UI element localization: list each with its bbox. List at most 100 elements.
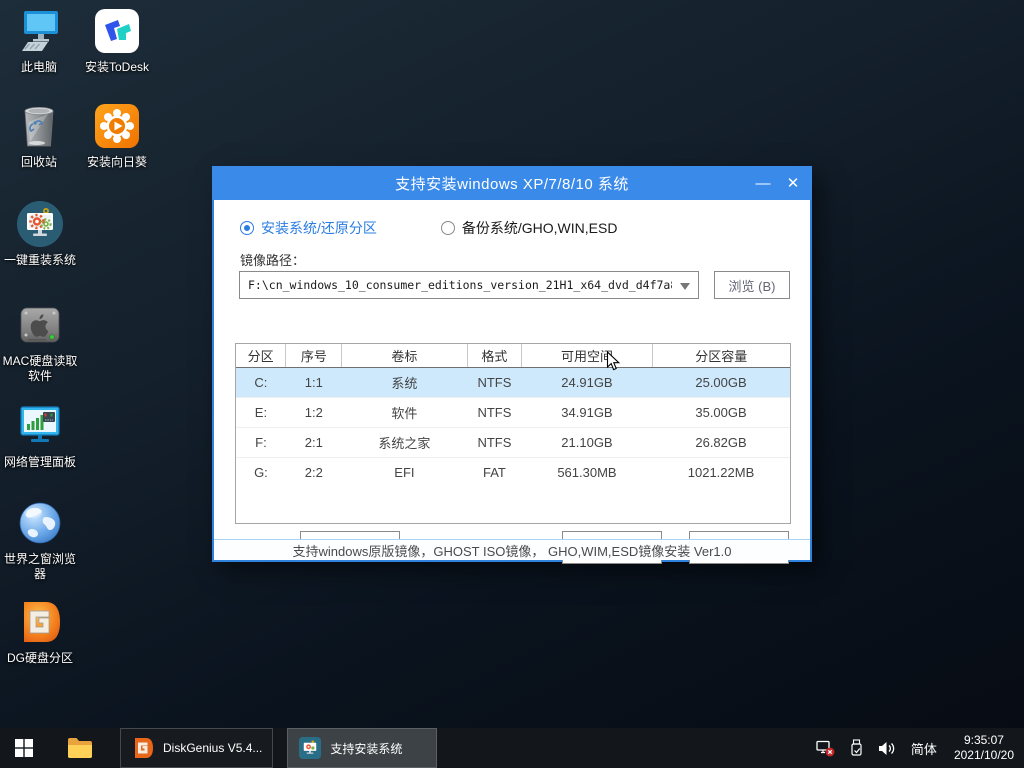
desktop-icon-label: MAC硬盘读取软件	[1, 354, 79, 384]
partition-table: 分区 序号 卷标 格式 可用空间 分区容量 C: 1:1 系统 NTFS 24.	[235, 343, 791, 524]
desktop-icon-label: 此电脑	[21, 60, 57, 75]
radio-backup[interactable]: 备份系统/GHO,WIN,ESD	[441, 218, 618, 238]
cell: 35.00GB	[652, 397, 790, 427]
col-header: 卷标	[342, 344, 467, 367]
table-row-g[interactable]: G: 2:2 EFI FAT 561.30MB 1021.22MB	[236, 457, 790, 487]
chevron-down-icon	[680, 283, 690, 290]
cell: NTFS	[467, 397, 522, 427]
cell: 26.82GB	[652, 427, 790, 457]
usb-device-icon[interactable]	[850, 739, 863, 757]
cell: 34.91GB	[522, 397, 652, 427]
desktop-icon-label: 回收站	[21, 155, 57, 170]
cell: 21.10GB	[522, 427, 652, 457]
table-header-row: 分区 序号 卷标 格式 可用空间 分区容量	[236, 344, 790, 367]
cell: 24.91GB	[522, 367, 652, 397]
cell: E:	[236, 397, 286, 427]
dialog-titlebar[interactable]: 支持安装windows XP/7/8/10 系统 — ✕	[212, 166, 812, 200]
table-row-f[interactable]: F: 2:1 系统之家 NTFS 21.10GB 26.82GB	[236, 427, 790, 457]
diskgenius-icon	[131, 736, 155, 760]
desktop-icon-mac-disk[interactable]: MAC硬盘读取软件	[1, 300, 79, 384]
desktop-icon-label: 安装向日葵	[87, 155, 147, 170]
desktop-icon-label: DG硬盘分区	[7, 651, 73, 666]
dialog-title: 支持安装windows XP/7/8/10 系统	[395, 173, 629, 194]
cell: C:	[236, 367, 286, 397]
clock-time: 9:35:07	[954, 733, 1014, 748]
image-path-combobox[interactable]: F:\cn_windows_10_consumer_editions_versi…	[239, 271, 699, 299]
desktop-icon-recycle-bin[interactable]: 回收站	[0, 101, 78, 170]
col-header: 分区	[236, 344, 286, 367]
image-path-label: 镜像路径：	[240, 250, 305, 269]
cell: 2:2	[286, 457, 342, 487]
desktop-icon-label: 安装ToDesk	[85, 60, 149, 75]
cell: 1021.22MB	[652, 457, 790, 487]
radio-backup-label: 备份系统/GHO,WIN,ESD	[462, 218, 618, 238]
radio-install-restore[interactable]: 安装系统/还原分区	[240, 218, 377, 238]
reinstall-system-icon	[15, 199, 65, 249]
volume-icon[interactable]	[878, 741, 896, 756]
system-tray: 简体 9:35:07 2021/10/20	[816, 728, 1024, 768]
cell: 系统	[342, 367, 467, 397]
radio-selected-icon	[240, 221, 254, 235]
taskbar-clock[interactable]: 9:35:07 2021/10/20	[952, 733, 1014, 763]
desktop-icon-reinstall-system[interactable]: 一键重装系统	[1, 199, 79, 268]
cell: 1:2	[286, 397, 342, 427]
cell: 561.30MB	[522, 457, 652, 487]
windows-logo-icon	[15, 739, 33, 757]
cell: 软件	[342, 397, 467, 427]
col-header: 可用空间	[522, 344, 652, 367]
cell: NTFS	[467, 427, 522, 457]
minimize-icon[interactable]: —	[748, 166, 778, 200]
this-pc-icon	[14, 6, 64, 56]
col-header: 格式	[467, 344, 522, 367]
recycle-bin-icon	[14, 101, 64, 151]
cell: 1:1	[286, 367, 342, 397]
world-browser-icon	[15, 498, 65, 548]
desktop-icon-this-pc[interactable]: 此电脑	[0, 6, 78, 75]
table-row-e[interactable]: E: 1:2 软件 NTFS 34.91GB 35.00GB	[236, 397, 790, 427]
diskgenius-icon	[15, 597, 65, 647]
table-row-c[interactable]: C: 1:1 系统 NTFS 24.91GB 25.00GB	[236, 367, 790, 397]
desktop-icon-todesk[interactable]: 安装ToDesk	[78, 6, 156, 75]
start-button[interactable]	[0, 728, 48, 768]
image-path-value: F:\cn_windows_10_consumer_editions_versi…	[248, 278, 672, 292]
network-panel-icon	[15, 401, 65, 451]
mac-disk-icon	[15, 300, 65, 350]
folder-icon	[67, 737, 93, 759]
task-label: 支持安装系统	[330, 740, 402, 757]
dialog-footer: 支持windows原版镜像，GHOST ISO镜像， GHO,WIM,ESD镜像…	[214, 539, 810, 560]
taskbar-task-installer[interactable]: 支持安装系统	[287, 728, 437, 768]
task-label: DiskGenius V5.4...	[163, 741, 262, 755]
sunflower-icon	[92, 101, 142, 151]
installer-dialog: 支持安装windows XP/7/8/10 系统 — ✕ 安装系统/还原分区 备…	[212, 166, 812, 562]
taskbar: DiskGenius V5.4... 支持安装系统	[0, 728, 1024, 768]
cell: FAT	[467, 457, 522, 487]
ime-indicator[interactable]: 简体	[911, 739, 937, 758]
col-header: 分区容量	[652, 344, 790, 367]
desktop-icon-world-browser[interactable]: 世界之窗浏览器	[1, 498, 79, 582]
radio-unselected-icon	[441, 221, 455, 235]
desktop-icon-diskgenius[interactable]: DG硬盘分区	[1, 597, 79, 666]
todesk-icon	[92, 6, 142, 56]
radio-install-label: 安装系统/还原分区	[261, 218, 377, 238]
desktop-icon-label: 世界之窗浏览器	[1, 552, 79, 582]
browse-button[interactable]: 浏览 (B)	[714, 271, 790, 299]
desktop-icon-label: 网络管理面板	[4, 455, 76, 470]
cell: 25.00GB	[652, 367, 790, 397]
close-icon[interactable]: ✕	[778, 166, 808, 200]
cell: F:	[236, 427, 286, 457]
installer-icon	[298, 736, 322, 760]
col-header: 序号	[286, 344, 342, 367]
desktop-icon-label: 一键重装系统	[4, 253, 76, 268]
cell: 系统之家	[342, 427, 467, 457]
network-disconnected-icon[interactable]	[816, 740, 835, 757]
cell: 2:1	[286, 427, 342, 457]
taskbar-task-diskgenius[interactable]: DiskGenius V5.4...	[120, 728, 273, 768]
cell: G:	[236, 457, 286, 487]
desktop-icon-network-panel[interactable]: 网络管理面板	[1, 401, 79, 470]
dialog-body: 安装系统/还原分区 备份系统/GHO,WIN,ESD 镜像路径： F:\cn_w…	[214, 200, 810, 539]
cell: NTFS	[467, 367, 522, 397]
file-explorer-button[interactable]	[56, 728, 104, 768]
desktop-icon-sunflower[interactable]: 安装向日葵	[78, 101, 156, 170]
cell: EFI	[342, 457, 467, 487]
clock-date: 2021/10/20	[954, 748, 1014, 763]
